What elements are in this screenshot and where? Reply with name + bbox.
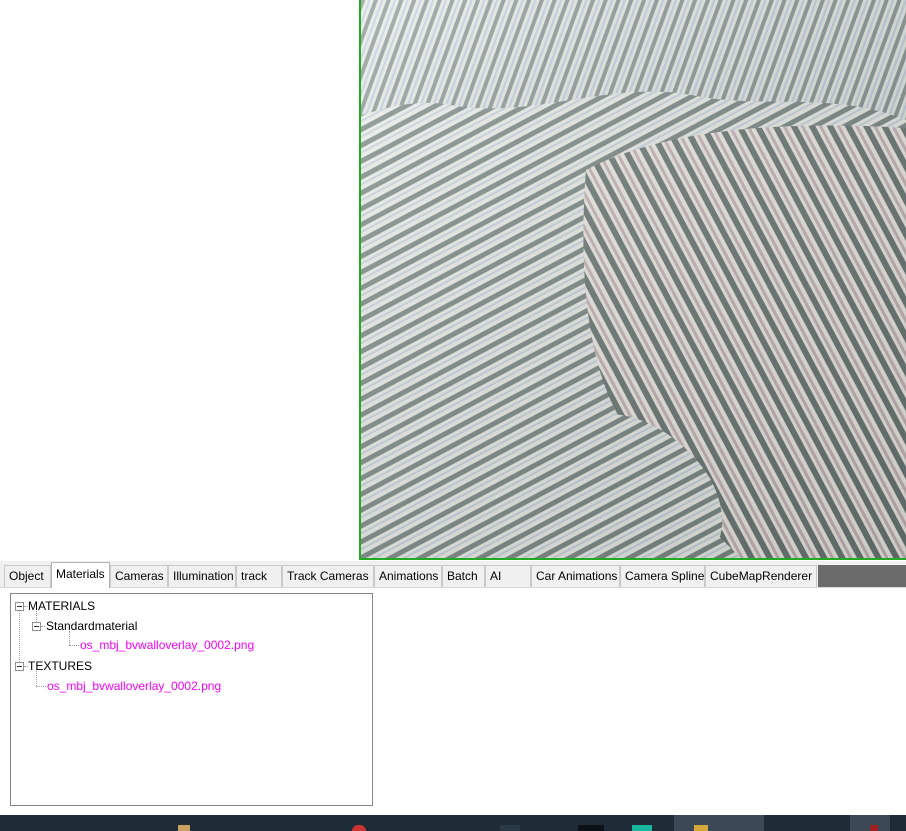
tab-object[interactable]: Object (4, 565, 51, 587)
tab-materials[interactable]: Materials (51, 562, 110, 588)
tab-strip: Object Materials Cameras Illumination tr… (0, 561, 906, 588)
materials-panel: MATERIALS Standardmaterial os_mbj_bvwall… (0, 587, 906, 815)
taskbar-app-icon[interactable] (578, 825, 604, 831)
tab-track-cameras[interactable]: Track Cameras (282, 565, 374, 587)
collapse-textures-icon[interactable] (15, 662, 24, 671)
left-panel (0, 0, 359, 560)
tree-guide-line (36, 671, 37, 686)
tree-connector (69, 645, 79, 646)
terrain-render (361, 0, 906, 558)
tab-animations[interactable]: Animations (374, 565, 442, 587)
collapse-materials-icon[interactable] (15, 602, 24, 611)
tab-camera-spline[interactable]: Camera Spline (620, 565, 705, 587)
tree-guide-line (19, 606, 20, 666)
tree-node-materials[interactable]: MATERIALS (28, 598, 95, 614)
tree-node-textures[interactable]: TEXTURES (28, 658, 92, 674)
taskbar-app-icon[interactable] (178, 825, 190, 831)
tree-guide-line (69, 631, 70, 645)
tree-connector (36, 686, 46, 687)
tree-node-material-texture[interactable]: os_mbj_bvwalloverlay_0002.png (80, 637, 254, 653)
collapse-standardmaterial-icon[interactable] (32, 622, 41, 631)
materials-tree[interactable]: MATERIALS Standardmaterial os_mbj_bvwall… (10, 593, 373, 806)
tab-cubemaprenderer[interactable]: CubeMapRenderer (705, 565, 817, 587)
tree-connector (41, 626, 45, 627)
taskbar (0, 815, 906, 831)
taskbar-app-active[interactable] (674, 815, 764, 831)
tree-node-texture-file[interactable]: os_mbj_bvwalloverlay_0002.png (47, 678, 221, 694)
3d-viewport[interactable] (359, 0, 906, 560)
taskbar-app-icon[interactable] (632, 825, 652, 831)
tab-illumination[interactable]: Illumination (168, 565, 236, 587)
taskbar-app-icon[interactable] (500, 825, 520, 831)
tab-car-animations[interactable]: Car Animations (531, 565, 620, 587)
tab-strip-empty-area (818, 565, 906, 587)
tab-track[interactable]: track (236, 565, 282, 587)
taskbar-app-icon[interactable] (870, 825, 878, 831)
taskbar-app-icon[interactable] (694, 825, 708, 831)
tree-node-standardmaterial[interactable]: Standardmaterial (46, 618, 137, 634)
tab-batch[interactable]: Batch (442, 565, 485, 587)
taskbar-app-icon[interactable] (352, 825, 366, 831)
tab-cameras[interactable]: Cameras (110, 565, 168, 587)
tab-ai[interactable]: AI (485, 565, 531, 587)
